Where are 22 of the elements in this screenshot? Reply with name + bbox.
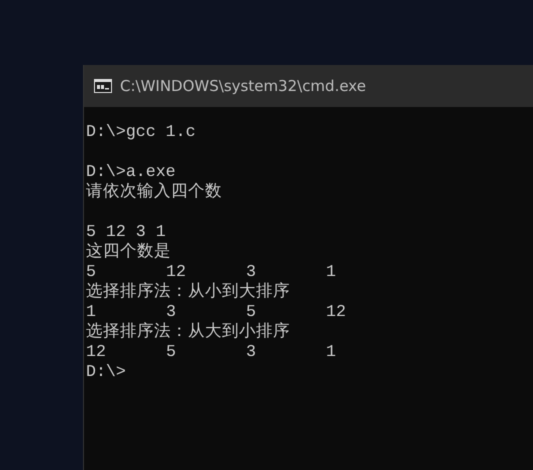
console-line: 请依次输入四个数 [86,182,223,202]
console-line: 选择排序法：从大到小排序 [86,322,291,342]
console-value: 12 [166,262,187,282]
console-value: 5 [246,302,257,322]
console-value: 3 [246,262,257,282]
console-line: 5 12 3 1 [86,222,167,242]
console-value: 3 [246,342,257,362]
console-line: D:\> [86,362,127,382]
console-value: 1 [86,302,97,322]
console-value: 5 [86,262,97,282]
console-value: 12 [326,302,347,322]
console-icon [94,79,112,93]
console-value: 12 [86,342,107,362]
console-value: 5 [166,342,177,362]
console-line: D:\>gcc 1.c [86,122,197,142]
console-value: 3 [166,302,177,322]
console-line: 这四个数是 [86,242,172,262]
console-value: 1 [326,262,337,282]
console-value: 1 [326,342,337,362]
window-title: C:\WINDOWS\system32\cmd.exe [120,77,366,95]
console-line: D:\>a.exe [86,162,177,182]
console-line: 选择排序法：从小到大排序 [86,282,291,302]
